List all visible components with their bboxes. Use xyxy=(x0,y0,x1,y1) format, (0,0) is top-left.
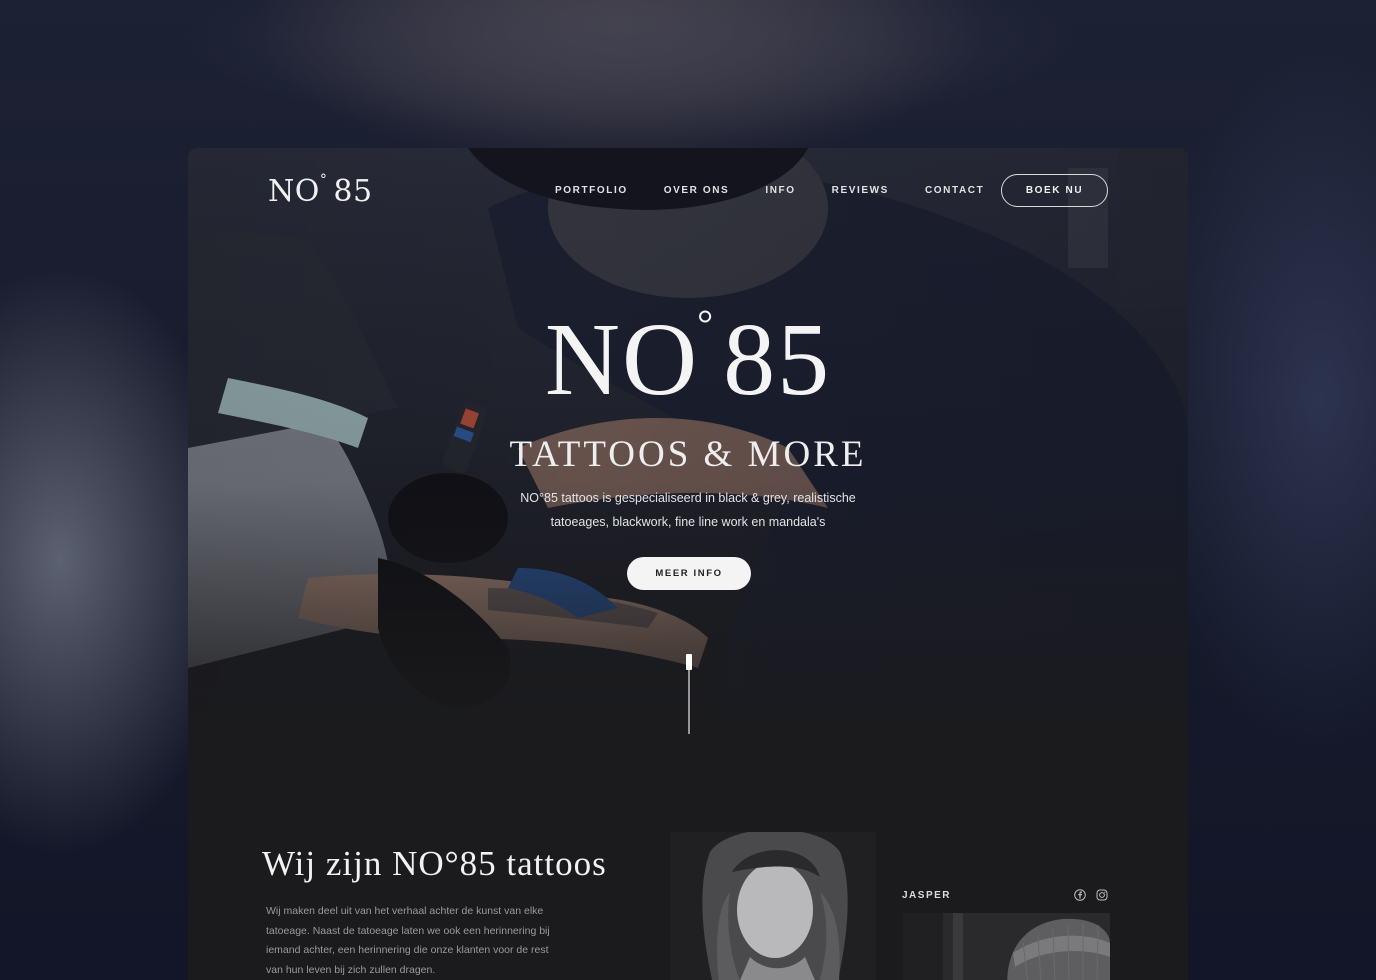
logo-text: NO xyxy=(268,174,320,209)
main-nav: PORTFOLIO OVER ONS INFO REVIEWS CONTACT xyxy=(555,185,1020,196)
nav-item-portfolio[interactable]: PORTFOLIO xyxy=(555,185,628,196)
more-info-button[interactable]: MEER INFO xyxy=(627,557,751,590)
hero-description-line: NO°85 tattoos is gespecialiseerd in blac… xyxy=(520,491,856,505)
scroll-indicator-knob xyxy=(686,654,692,670)
hero-description-line: tatoeages, blackwork, fine line work en … xyxy=(550,515,826,529)
nav-item-reviews[interactable]: REVIEWS xyxy=(832,185,889,196)
hero-subtitle: TATTOOS & MORE xyxy=(509,434,867,475)
hero-title: NO°85 xyxy=(188,304,1188,412)
logo-degree: ° xyxy=(319,172,328,188)
book-now-button[interactable]: BOEK NU xyxy=(1001,174,1108,207)
jasper-photo xyxy=(903,913,1110,980)
artist-photo-jasper xyxy=(903,913,1110,980)
scroll-indicator[interactable] xyxy=(686,654,692,734)
hero-section: NO° 85 PORTFOLIO OVER ONS INFO REVIEWS CO… xyxy=(188,148,1188,758)
hero-title-degree: ° xyxy=(697,301,716,346)
hero-title-text: NO xyxy=(544,302,700,417)
logo-number: 85 xyxy=(333,174,373,209)
about-title: Wij zijn NO°85 tattoos xyxy=(262,844,607,883)
logo[interactable]: NO° 85 xyxy=(268,172,373,209)
nav-item-info[interactable]: INFO xyxy=(765,185,795,196)
about-text-line: Wij maken deel uit van het verhaal achte… xyxy=(266,905,544,917)
about-text-line: tatoeage. Naast de tatoeage laten we ook… xyxy=(266,924,550,937)
website-mockup: NO° 85 PORTFOLIO OVER ONS INFO REVIEWS CO… xyxy=(188,148,1188,980)
background-blur xyxy=(180,0,1080,140)
hero-description: NO°85 tattoos is gespecialiseerd in blac… xyxy=(478,486,898,534)
nav-item-contact[interactable]: CONTACT xyxy=(925,185,984,196)
facebook-icon[interactable] xyxy=(1074,889,1086,901)
about-text-line: van hun leven bij zich zullen dragen. xyxy=(266,963,436,976)
hero-title-number: 85 xyxy=(723,302,832,417)
artist-portrait-image xyxy=(670,832,876,980)
about-text: Wij maken deel uit van het verhaal achte… xyxy=(266,902,611,980)
portrait-photo xyxy=(670,832,876,980)
instagram-icon[interactable] xyxy=(1096,889,1108,901)
nav-item-over-ons[interactable]: OVER ONS xyxy=(664,185,730,196)
about-text-line: iemand achter, een herinnering die onze … xyxy=(266,944,549,956)
artist-name: JASPER xyxy=(902,890,952,901)
